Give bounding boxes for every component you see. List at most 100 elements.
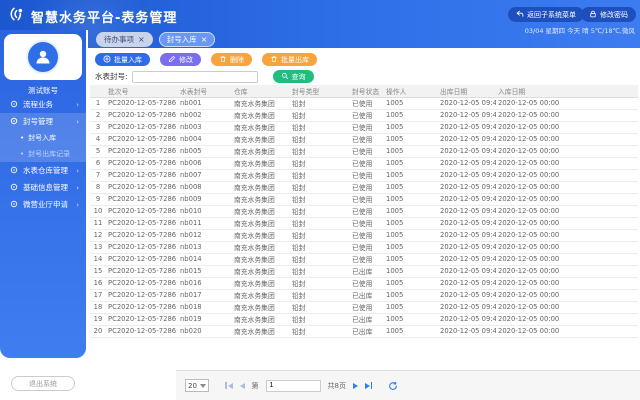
chevron-right-icon: › [76, 184, 79, 192]
table-row[interactable]: 6PC2020-12-05-7286nb006南充水务集团铅封已使用100520… [90, 157, 638, 169]
table-cell: nb020 [178, 325, 232, 337]
table-row[interactable]: 2PC2020-12-05-7286nb002南充水务集团铅封已使用100520… [90, 109, 638, 121]
close-icon[interactable]: × [201, 36, 208, 44]
table-row[interactable]: 12PC2020-12-05-7286nb012南充水务集团铅封已使用10052… [90, 229, 638, 241]
status-link[interactable]: 已使用 [350, 121, 384, 133]
status-link[interactable]: 已使用 [350, 97, 384, 109]
batch-inbound-button[interactable]: 批量入库 [95, 53, 150, 66]
status-link[interactable]: 已使用 [350, 181, 384, 193]
table-row[interactable]: 15PC2020-12-05-7286nb015南充水务集团铅封已出库10052… [90, 265, 638, 277]
table-cell [560, 301, 638, 313]
table-cell: nb017 [178, 289, 232, 301]
row-number: 7 [90, 169, 106, 181]
table-row[interactable]: 16PC2020-12-05-7286nb016南充水务集团铅封已使用10052… [90, 277, 638, 289]
warehouse-icon [10, 166, 18, 176]
close-icon[interactable]: × [138, 36, 145, 44]
row-number: 13 [90, 241, 106, 253]
page-number-input[interactable] [266, 380, 321, 392]
table-row[interactable]: 20PC2020-12-05-7286nb020南充水务集团铅封已出库10052… [90, 325, 638, 337]
tab-todo[interactable]: 待办事项 × [96, 32, 153, 47]
table-row[interactable]: 19PC2020-12-05-7286nb019南充水务集团铅封已出库10052… [90, 313, 638, 325]
status-link[interactable]: 已使用 [350, 277, 384, 289]
sidebar-item-base-info[interactable]: 基础信息管理 › [0, 179, 86, 196]
table-cell: nb014 [178, 253, 232, 265]
page-size-select[interactable]: 20 [185, 379, 209, 392]
seal-number-input[interactable] [132, 71, 258, 83]
table-row[interactable]: 5PC2020-12-05-7286nb005南充水务集团铅封已使用100520… [90, 145, 638, 157]
table-row[interactable]: 7PC2020-12-05-7286nb007南充水务集团铅封已使用100520… [90, 169, 638, 181]
status-link[interactable]: 已使用 [350, 253, 384, 265]
tab-seal-inbound[interactable]: 封号入库 × [159, 32, 216, 47]
status-link[interactable]: 已出库 [350, 289, 384, 301]
filter-bar: 水表封号: 查询 [95, 70, 314, 83]
refresh-icon[interactable] [388, 381, 398, 391]
modify-button[interactable]: 修改 [160, 53, 201, 66]
table-cell: 南充水务集团 [232, 265, 290, 277]
last-page-button[interactable] [365, 382, 373, 389]
table-cell: 2020-12-05 09:42:01 [438, 205, 496, 217]
prev-page-button[interactable] [240, 383, 245, 389]
next-page-button[interactable] [353, 383, 358, 389]
pencil-icon [168, 55, 176, 65]
status-link[interactable]: 已出库 [350, 265, 384, 277]
batch-outbound-button[interactable]: 批量出库 [262, 53, 317, 66]
table-cell: 2020-12-05 00:00:00 [496, 181, 560, 193]
table-row[interactable]: 11PC2020-12-05-7286nb011南充水务集团铅封已使用10052… [90, 217, 638, 229]
status-link[interactable]: 已使用 [350, 109, 384, 121]
status-link[interactable]: 已使用 [350, 145, 384, 157]
sidebar-item-meter-warehouse[interactable]: 水表仓库管理 › [0, 162, 86, 179]
table-row[interactable]: 14PC2020-12-05-7286nb014南充水务集团铅封已使用10052… [90, 253, 638, 265]
table-cell: 铅封 [290, 289, 350, 301]
query-button[interactable]: 查询 [273, 70, 314, 83]
table-cell: 1005 [384, 265, 438, 277]
change-password-button[interactable]: 修改密码 [581, 7, 636, 22]
table-row[interactable]: 10PC2020-12-05-7286nb010南充水务集团铅封已使用10052… [90, 205, 638, 217]
status-link[interactable]: 已使用 [350, 133, 384, 145]
table-row[interactable]: 3PC2020-12-05-7286nb003南充水务集团铅封已使用100520… [90, 121, 638, 133]
chevron-right-icon: › [76, 101, 79, 109]
table-row[interactable]: 17PC2020-12-05-7286nb017南充水务集团铅封已出库10052… [90, 289, 638, 301]
table-row[interactable]: 9PC2020-12-05-7286nb009南充水务集团铅封已使用100520… [90, 193, 638, 205]
sidebar-item-micro-hall[interactable]: 微营业厅申请 › [0, 196, 86, 213]
status-link[interactable]: 已使用 [350, 229, 384, 241]
table-row[interactable]: 18PC2020-12-05-7286nb018南充水务集团铅封已使用10052… [90, 301, 638, 313]
table-cell: 1005 [384, 313, 438, 325]
status-link[interactable]: 已使用 [350, 205, 384, 217]
table-cell: 南充水务集团 [232, 253, 290, 265]
status-link[interactable]: 已使用 [350, 157, 384, 169]
status-link[interactable]: 已使用 [350, 301, 384, 313]
status-link[interactable]: 已使用 [350, 193, 384, 205]
status-link[interactable]: 已使用 [350, 217, 384, 229]
logout-button[interactable]: 退出系统 [11, 376, 75, 391]
table-cell: nb011 [178, 217, 232, 229]
table-cell: 铅封 [290, 301, 350, 313]
table-cell: 南充水务集团 [232, 121, 290, 133]
sidebar-subitem-seal-inbound[interactable]: • 封号入库 [0, 130, 86, 146]
table-cell: 铅封 [290, 169, 350, 181]
table-body: 1PC2020-12-05-7286nb001南充水务集团铅封已使用100520… [90, 97, 638, 337]
return-submenu-button[interactable]: 返回子系统菜单 [508, 7, 584, 22]
col-indate: 入库日期 [496, 85, 560, 97]
sidebar-item-seal-manage[interactable]: 封号管理 › [0, 113, 86, 130]
table-cell: 南充水务集团 [232, 241, 290, 253]
sidebar: 测试账号 流程业务 › 封号管理 › [0, 30, 88, 400]
delete-button[interactable]: 删除 [211, 53, 252, 66]
row-number: 19 [90, 313, 106, 325]
table-cell: nb006 [178, 157, 232, 169]
table-row[interactable]: 4PC2020-12-05-7286nb004南充水务集团铅封已使用100520… [90, 133, 638, 145]
status-link[interactable]: 已使用 [350, 169, 384, 181]
table-cell [560, 217, 638, 229]
table-cell: 1005 [384, 169, 438, 181]
table-row[interactable]: 8PC2020-12-05-7286nb008南充水务集团铅封已使用100520… [90, 181, 638, 193]
table-cell: 2020-12-05 00:00:00 [496, 277, 560, 289]
status-link[interactable]: 已出库 [350, 313, 384, 325]
sidebar-item-process[interactable]: 流程业务 › [0, 96, 86, 113]
status-link[interactable]: 已出库 [350, 325, 384, 337]
table-row[interactable]: 1PC2020-12-05-7286nb001南充水务集团铅封已使用100520… [90, 97, 638, 109]
first-page-button[interactable] [225, 382, 233, 389]
sidebar-subitem-seal-outbound-log[interactable]: • 封号出库记录 [0, 146, 86, 162]
table-cell: 2020-12-05 00:00:00 [496, 241, 560, 253]
table-row[interactable]: 13PC2020-12-05-7286nb013南充水务集团铅封已使用10052… [90, 241, 638, 253]
search-icon [281, 72, 289, 82]
status-link[interactable]: 已使用 [350, 241, 384, 253]
